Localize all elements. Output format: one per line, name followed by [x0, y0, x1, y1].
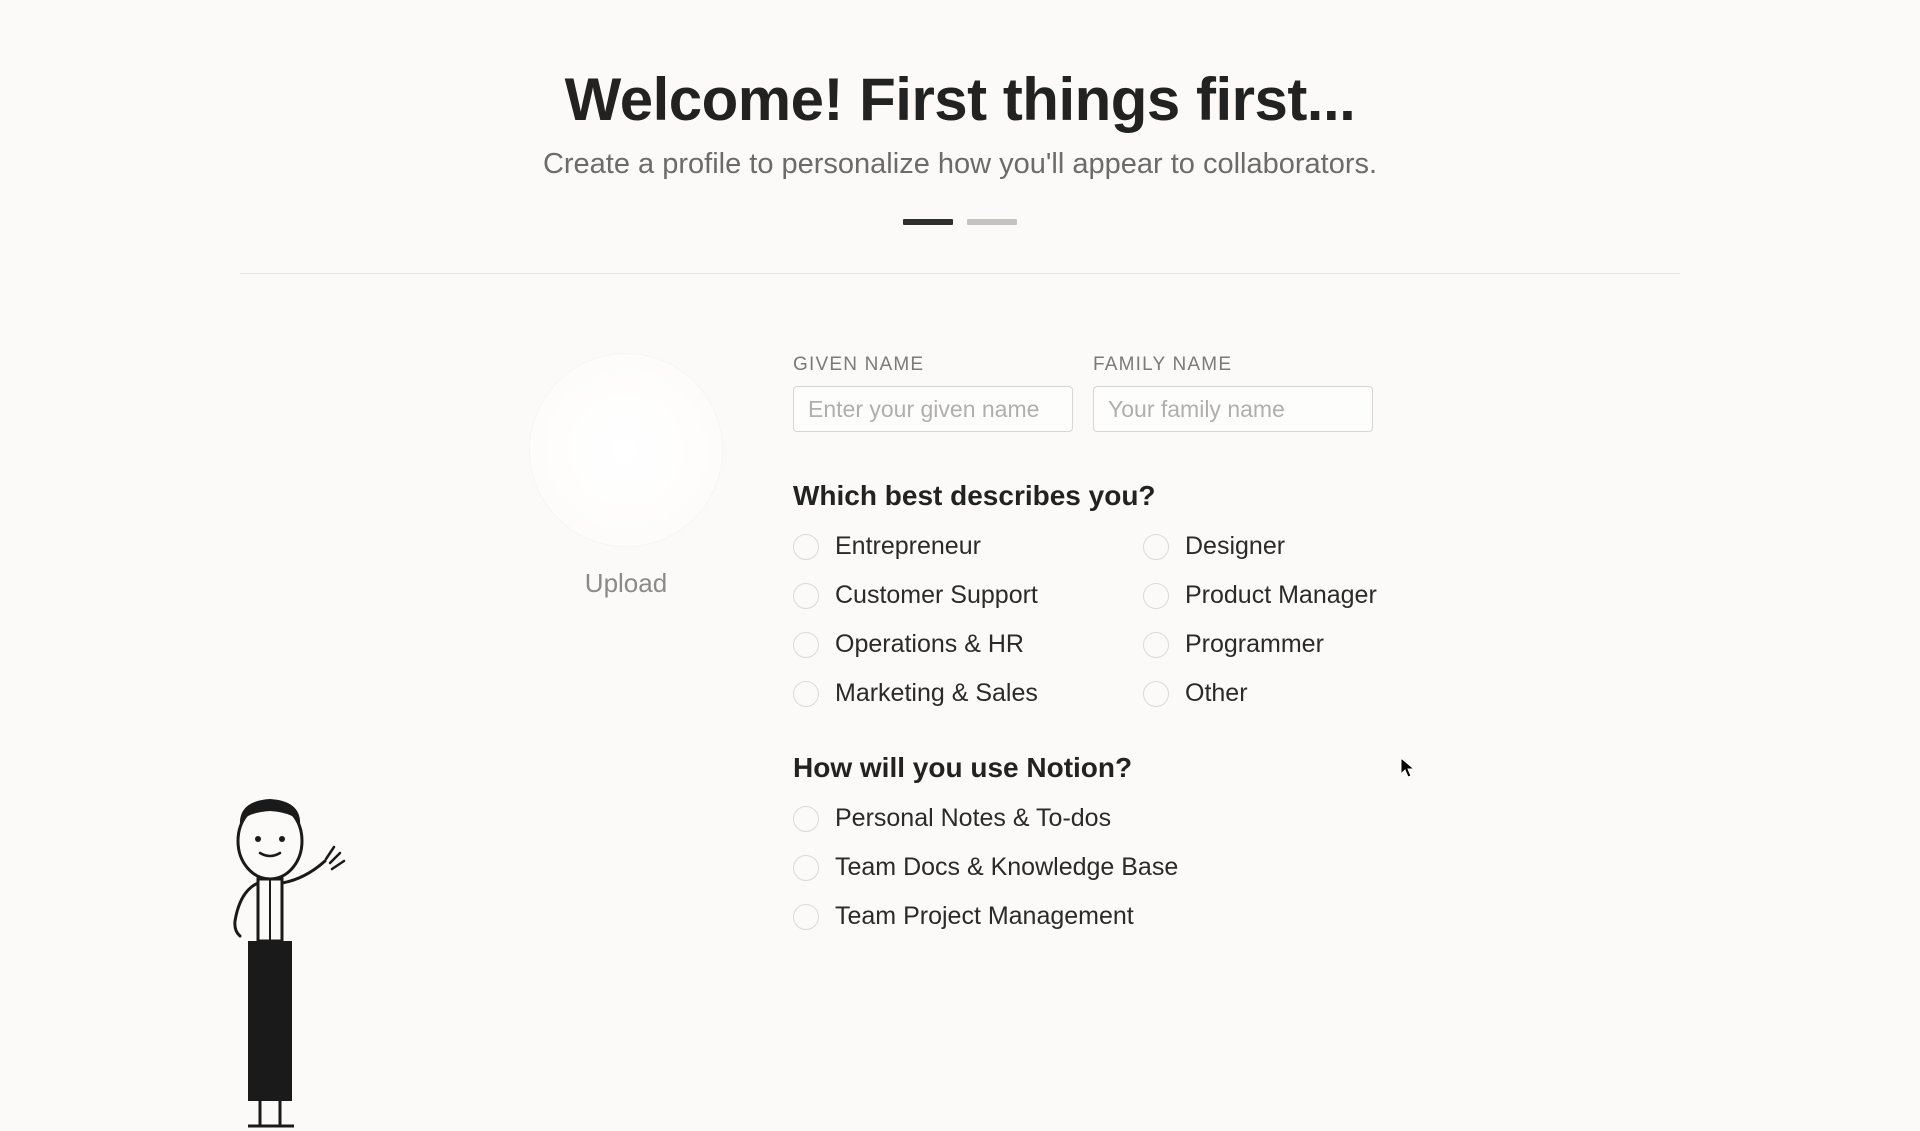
- family-name-input[interactable]: [1093, 386, 1373, 432]
- family-name-group: FAMILY NAME: [1093, 354, 1373, 432]
- option-label: Marketing & Sales: [835, 679, 1038, 708]
- checkbox-icon: [793, 855, 819, 881]
- given-name-input[interactable]: [793, 386, 1073, 432]
- avatar-upload[interactable]: Upload: [530, 354, 722, 599]
- given-name-label: GIVEN NAME: [793, 354, 1073, 376]
- form-fields: GIVEN NAME FAMILY NAME Which best descri…: [793, 354, 1393, 931]
- role-option-operations-hr[interactable]: Operations & HR: [793, 630, 1143, 659]
- role-question-heading: Which best describes you?: [793, 480, 1393, 512]
- header-section: Welcome! First things first... Create a …: [0, 0, 1920, 225]
- name-row: GIVEN NAME FAMILY NAME: [793, 354, 1393, 432]
- option-label: Team Project Management: [835, 902, 1134, 931]
- checkbox-icon: [1143, 681, 1169, 707]
- role-option-customer-support[interactable]: Customer Support: [793, 581, 1143, 610]
- usage-question-heading: How will you use Notion?: [793, 752, 1393, 784]
- role-option-designer[interactable]: Designer: [1143, 532, 1493, 561]
- usage-options: Personal Notes & To-dos Team Docs & Know…: [793, 804, 1393, 931]
- checkbox-icon: [1143, 534, 1169, 560]
- option-label: Operations & HR: [835, 630, 1024, 659]
- option-label: Other: [1185, 679, 1248, 708]
- onboarding-container: Welcome! First things first... Create a …: [0, 0, 1920, 931]
- option-label: Entrepreneur: [835, 532, 981, 561]
- form-area: Upload GIVEN NAME FAMILY NAME Which best…: [240, 274, 1680, 931]
- avatar-placeholder-icon[interactable]: [530, 354, 722, 546]
- role-option-programmer[interactable]: Programmer: [1143, 630, 1493, 659]
- checkbox-icon: [793, 904, 819, 930]
- checkbox-icon: [793, 681, 819, 707]
- option-label: Programmer: [1185, 630, 1324, 659]
- page-subtitle: Create a profile to personalize how you'…: [0, 148, 1920, 181]
- progress-step-2: [967, 219, 1017, 225]
- usage-option-team-project[interactable]: Team Project Management: [793, 902, 1393, 931]
- progress-indicator: [0, 219, 1920, 225]
- role-option-product-manager[interactable]: Product Manager: [1143, 581, 1493, 610]
- usage-option-team-docs[interactable]: Team Docs & Knowledge Base: [793, 853, 1393, 882]
- role-options: Entrepreneur Designer Customer Support P…: [793, 532, 1393, 708]
- checkbox-icon: [1143, 583, 1169, 609]
- role-option-entrepreneur[interactable]: Entrepreneur: [793, 532, 1143, 561]
- option-label: Customer Support: [835, 581, 1038, 610]
- option-label: Team Docs & Knowledge Base: [835, 853, 1178, 882]
- option-label: Product Manager: [1185, 581, 1377, 610]
- upload-label[interactable]: Upload: [585, 568, 667, 599]
- checkbox-icon: [1143, 632, 1169, 658]
- checkbox-icon: [793, 534, 819, 560]
- person-illustration-icon: [210, 791, 370, 1131]
- usage-option-personal-notes[interactable]: Personal Notes & To-dos: [793, 804, 1393, 833]
- checkbox-icon: [793, 632, 819, 658]
- checkbox-icon: [793, 583, 819, 609]
- role-option-other[interactable]: Other: [1143, 679, 1493, 708]
- option-label: Designer: [1185, 532, 1285, 561]
- page-title: Welcome! First things first...: [0, 65, 1920, 134]
- progress-step-1: [903, 219, 953, 225]
- checkbox-icon: [793, 806, 819, 832]
- option-label: Personal Notes & To-dos: [835, 804, 1111, 833]
- given-name-group: GIVEN NAME: [793, 354, 1073, 432]
- role-option-marketing-sales[interactable]: Marketing & Sales: [793, 679, 1143, 708]
- family-name-label: FAMILY NAME: [1093, 354, 1373, 376]
